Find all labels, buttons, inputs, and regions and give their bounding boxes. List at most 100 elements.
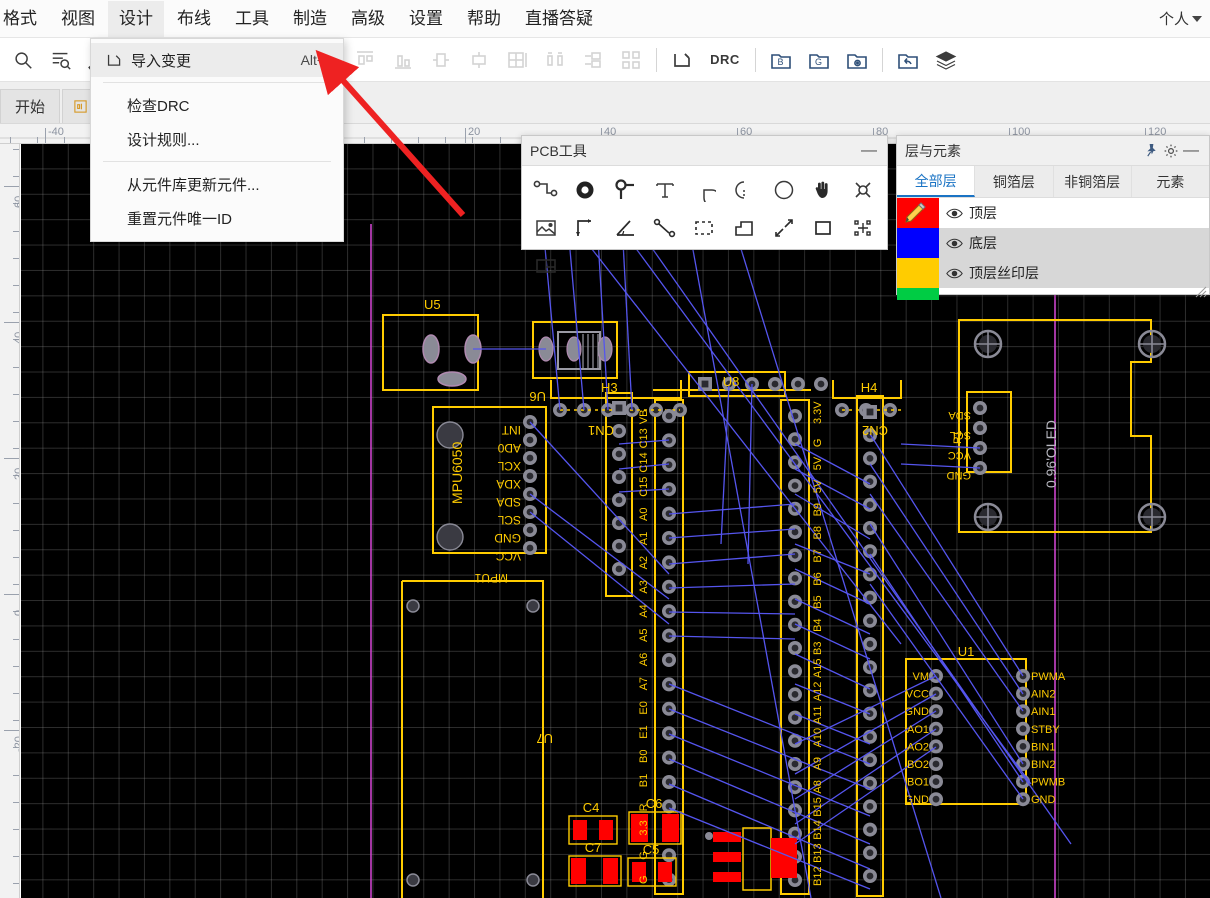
layers-panel[interactable]: 层与元素 — 全部层 铜箔层 非铜箔层 元素 顶层 底层 顶层丝印层 — [896, 135, 1210, 300]
minimize-icon-2[interactable]: — — [1181, 141, 1201, 161]
distribute-grid-icon[interactable] — [498, 41, 536, 79]
back-folder-icon[interactable] — [889, 41, 927, 79]
net-jump-icon[interactable] — [764, 210, 804, 246]
search-icon[interactable] — [4, 41, 42, 79]
menu-item-settings[interactable]: 设置 — [398, 1, 454, 37]
pad[interactable] — [1016, 739, 1030, 754]
drc-check-button[interactable]: DRC — [701, 41, 749, 79]
pad[interactable] — [788, 478, 802, 493]
image-import-icon[interactable] — [526, 210, 566, 246]
bom-folder-icon[interactable]: B — [762, 41, 800, 79]
eye-icon-top-silk[interactable] — [939, 267, 969, 280]
pad[interactable] — [662, 848, 676, 863]
pad[interactable] — [863, 776, 877, 791]
layer-color-swatch-top[interactable] — [897, 198, 939, 228]
circle-icon[interactable] — [764, 172, 804, 208]
menu-option-design-rules[interactable]: 设计规则... — [91, 122, 343, 156]
arc-3point-icon[interactable] — [685, 172, 725, 208]
pad[interactable] — [863, 869, 877, 883]
align-center-horizontal-icon[interactable] — [460, 41, 498, 79]
pad[interactable] — [788, 409, 802, 423]
copper-area-icon[interactable] — [724, 210, 764, 246]
align-bottom-icon[interactable] — [384, 41, 422, 79]
pad[interactable] — [929, 686, 943, 701]
eye-icon-top[interactable] — [939, 207, 969, 220]
pad[interactable] — [662, 579, 676, 594]
design-dropdown-menu[interactable]: 导入变更 Alt+I 检查DRC 设计规则... 从元件库更新元件... 重置元… — [90, 38, 344, 242]
pad[interactable] — [662, 701, 676, 716]
arrange-icon[interactable] — [612, 41, 650, 79]
layer-tab-noncopper[interactable]: 非铜箔层 — [1054, 166, 1132, 197]
pad[interactable] — [788, 571, 802, 586]
menu-item-help[interactable]: 帮助 — [456, 1, 512, 37]
find-in-list-icon[interactable] — [42, 41, 80, 79]
layer-row-top[interactable]: 顶层 — [897, 198, 1209, 228]
gerber-folder-icon[interactable]: G — [800, 41, 838, 79]
pad[interactable] — [863, 521, 877, 535]
text-tool-icon[interactable] — [645, 172, 685, 208]
menu-option-update-from-library[interactable]: 从元件库更新元件... — [91, 167, 343, 201]
pad[interactable] — [929, 792, 943, 807]
layer-tab-all[interactable]: 全部层 — [897, 166, 976, 197]
hole-icon[interactable] — [843, 172, 883, 208]
rectangle-icon[interactable] — [804, 210, 844, 246]
menu-option-check-drc[interactable]: 检查DRC — [91, 88, 343, 122]
pad[interactable] — [863, 567, 877, 582]
import-changes-icon[interactable] — [663, 41, 701, 79]
layer-color-swatch-bottom[interactable] — [897, 228, 939, 258]
pad[interactable] — [1016, 704, 1030, 719]
menu-item-live-qa[interactable]: 直播答疑 — [514, 1, 604, 37]
pad[interactable] — [863, 405, 877, 419]
pcb-tools-titlebar[interactable]: PCB工具 — — [522, 136, 887, 166]
minimize-icon[interactable]: — — [859, 141, 879, 161]
menu-item-manufacture[interactable]: 制造 — [282, 1, 338, 37]
menu-item-advanced[interactable]: 高级 — [340, 1, 396, 37]
pad-icon[interactable] — [566, 172, 606, 208]
pad[interactable] — [863, 822, 877, 837]
pad[interactable] — [662, 555, 676, 570]
panel-layout-icon[interactable] — [526, 248, 566, 284]
pad[interactable] — [929, 757, 943, 771]
layer-row-next[interactable] — [897, 288, 1209, 300]
dimension-icon[interactable] — [566, 210, 606, 246]
layer-color-swatch-top-silk[interactable] — [897, 258, 939, 288]
angle-icon[interactable] — [605, 210, 645, 246]
arc-center-icon[interactable] — [724, 172, 764, 208]
layers-panel-titlebar[interactable]: 层与元素 — — [897, 136, 1209, 166]
pad[interactable] — [863, 799, 877, 814]
drill-folder-icon[interactable] — [838, 41, 876, 79]
resize-grip-icon[interactable] — [1195, 286, 1207, 298]
pan-hand-icon[interactable] — [804, 172, 844, 208]
pcb-tools-panel[interactable]: PCB工具 — — [521, 135, 888, 273]
pad[interactable] — [788, 687, 802, 702]
pad[interactable] — [662, 409, 676, 423]
menu-item-view[interactable]: 视图 — [50, 1, 106, 37]
pin-icon[interactable] — [1141, 141, 1161, 161]
group-select-icon[interactable] — [843, 210, 883, 246]
pad[interactable] — [662, 653, 676, 667]
select-region-icon[interactable] — [685, 210, 725, 246]
tab-home[interactable]: 开始 — [0, 89, 61, 123]
pad[interactable] — [929, 739, 943, 754]
distribute-horizontal-icon[interactable] — [536, 41, 574, 79]
pad[interactable] — [788, 525, 802, 539]
eye-icon-bottom[interactable] — [939, 237, 969, 250]
pad[interactable] — [788, 710, 802, 725]
pad[interactable] — [662, 775, 676, 789]
pad[interactable] — [788, 617, 802, 632]
menu-option-reset-unique-id[interactable]: 重置元件唯一ID — [91, 201, 343, 235]
align-center-vertical-icon[interactable] — [422, 41, 460, 79]
menu-item-design[interactable]: 设计 — [108, 0, 164, 37]
pad[interactable] — [863, 451, 877, 466]
pad[interactable] — [662, 604, 676, 619]
menu-item-format[interactable]: 格式 — [0, 1, 48, 37]
menu-item-routing[interactable]: 布线 — [166, 1, 222, 37]
layer-tab-copper[interactable]: 铜箔层 — [975, 166, 1054, 197]
menu-option-import-changes[interactable]: 导入变更 Alt+I — [91, 43, 343, 77]
pad[interactable] — [929, 774, 943, 789]
distribute-vertical-icon[interactable] — [574, 41, 612, 79]
menu-item-tools[interactable]: 工具 — [224, 1, 280, 37]
pad[interactable] — [788, 664, 802, 679]
pad[interactable] — [788, 548, 802, 563]
pad[interactable] — [863, 613, 877, 628]
